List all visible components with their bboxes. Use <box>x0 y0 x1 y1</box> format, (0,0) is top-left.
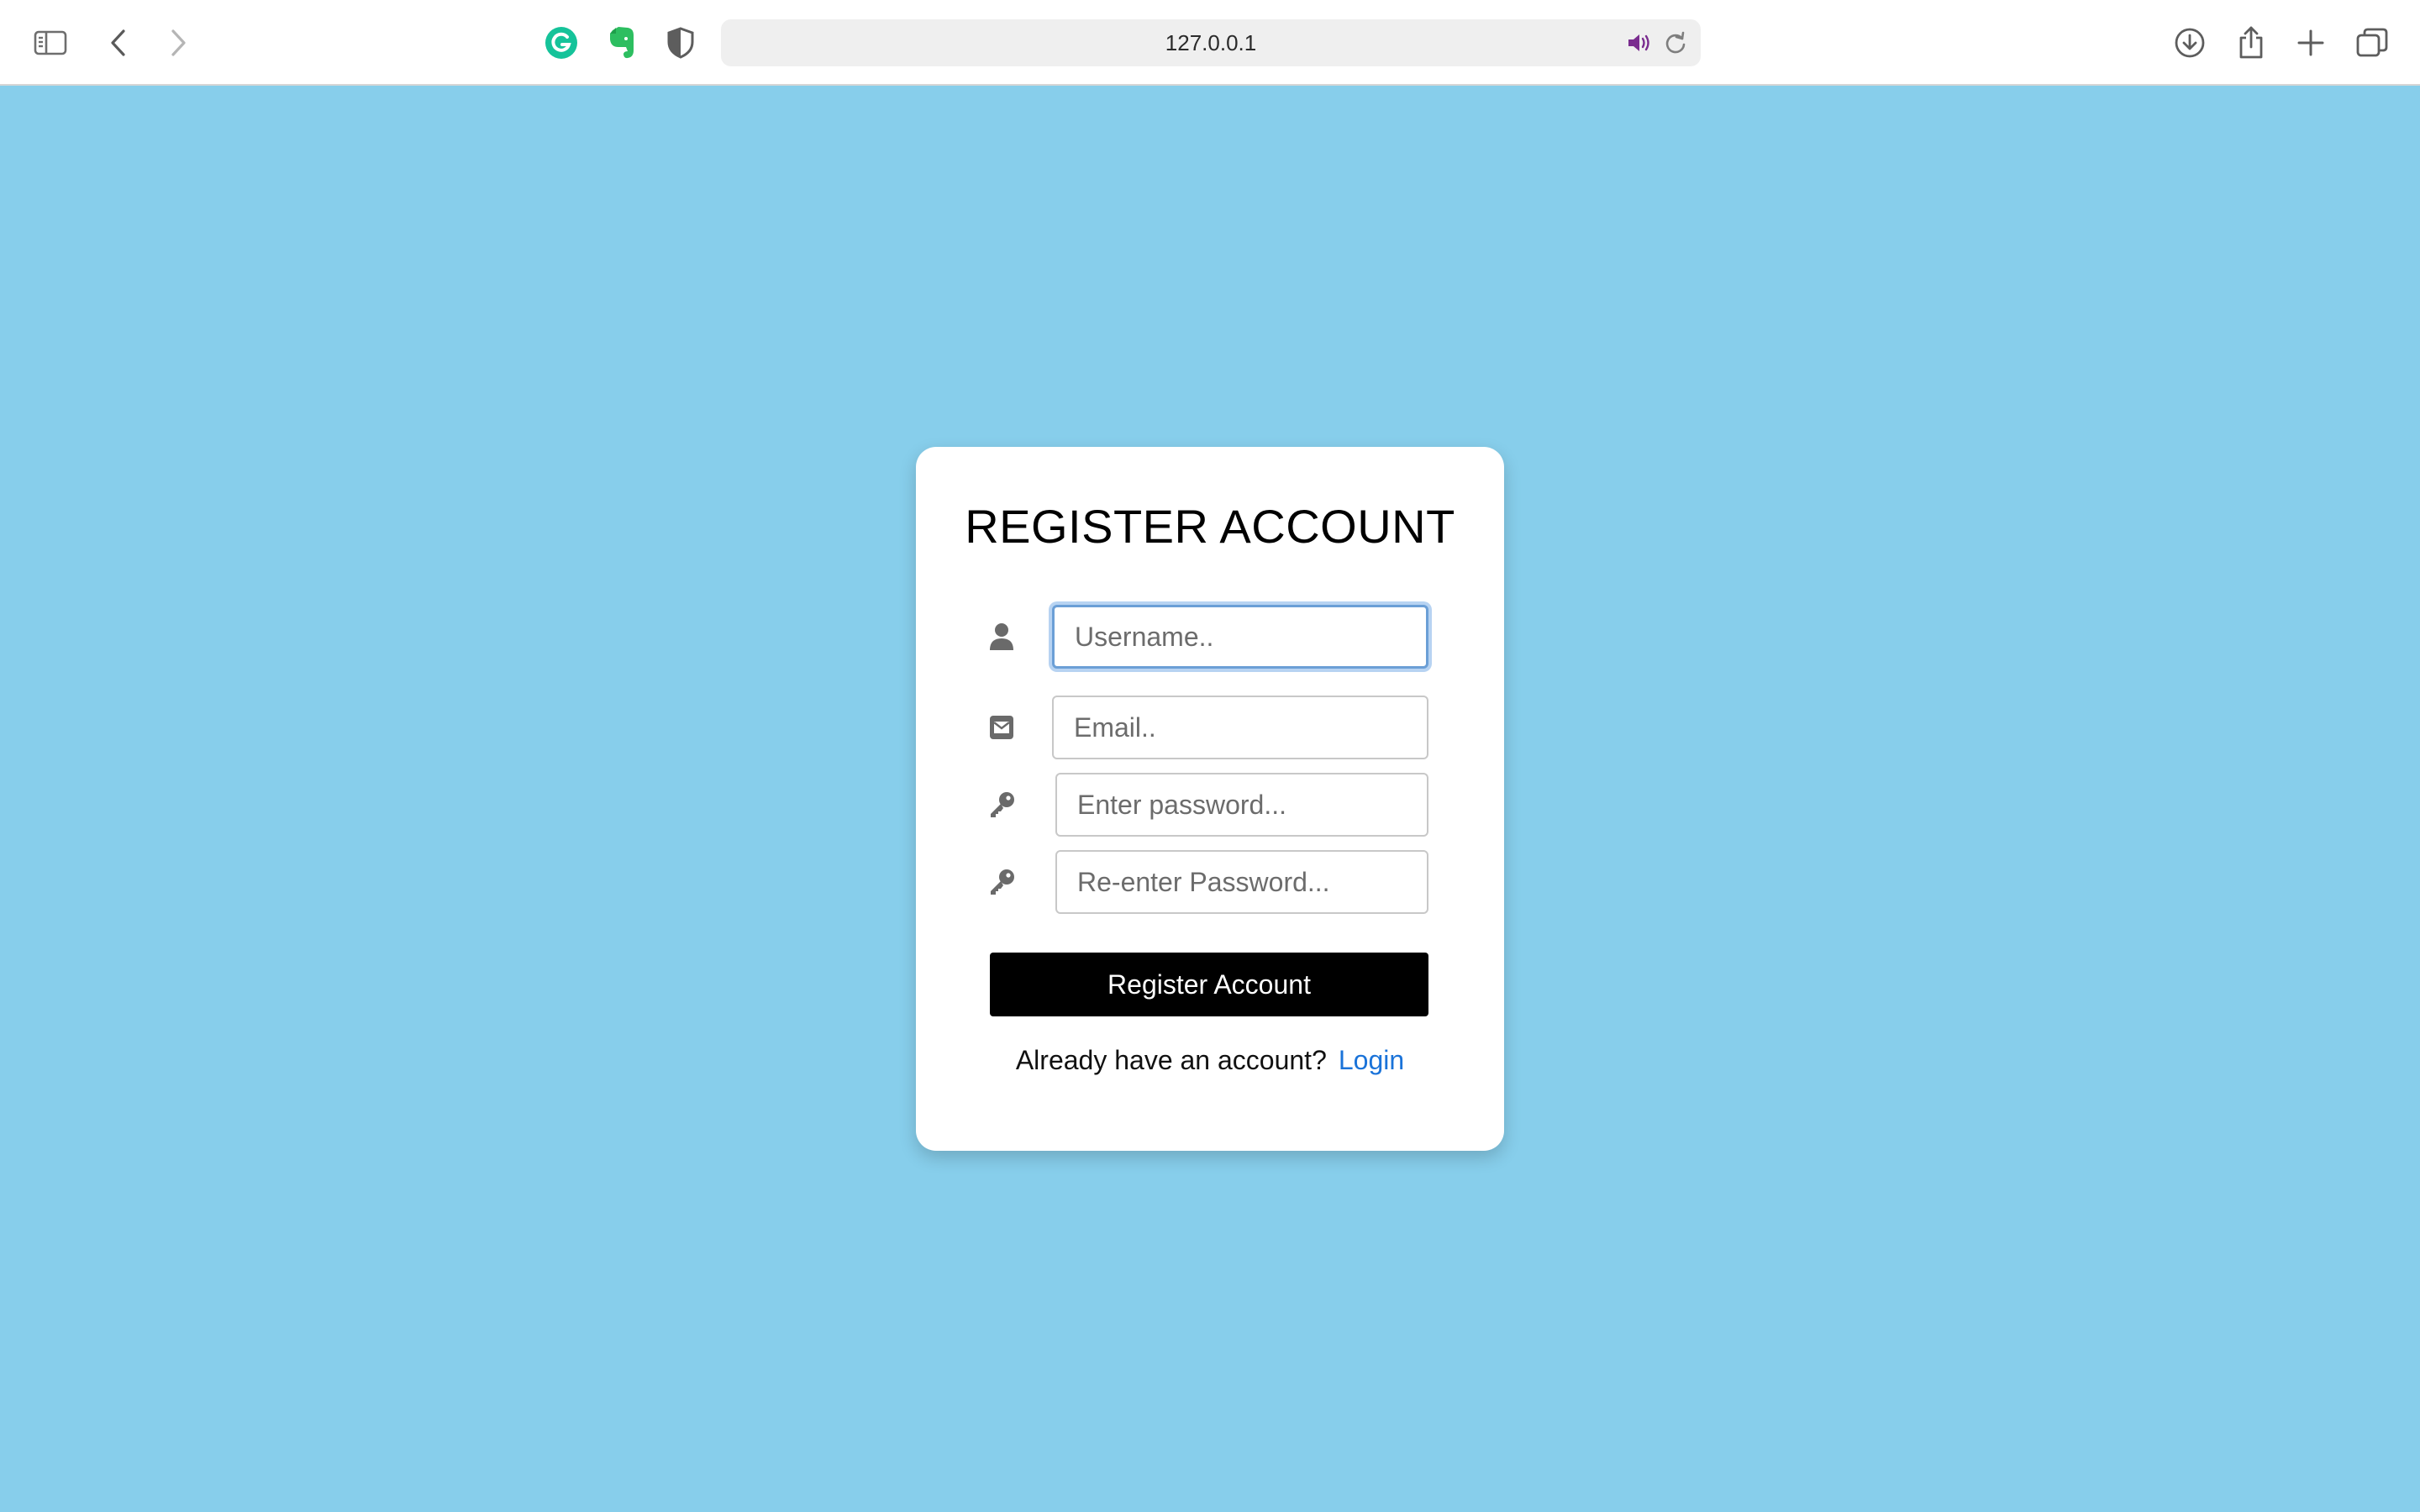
url-text[interactable]: 127.0.0.1 <box>721 19 1701 66</box>
address-bar[interactable]: 127.0.0.1 <box>721 19 1701 66</box>
download-icon[interactable] <box>2166 19 2213 66</box>
login-prompt-text: Already have an account? <box>1015 1045 1327 1075</box>
browser-toolbar: 127.0.0.1 <box>0 0 2420 86</box>
email-input[interactable] <box>1052 696 1428 759</box>
page-background: REGISTER ACCOUNT Username.. Email.. Regi… <box>0 87 2420 1512</box>
login-link[interactable]: Login <box>1339 1045 1404 1075</box>
password-input[interactable] <box>1055 773 1428 837</box>
login-prompt: Already have an account? Login <box>916 1045 1504 1076</box>
page-title: REGISTER ACCOUNT <box>965 500 1455 553</box>
evernote-icon[interactable] <box>598 19 645 66</box>
envelope-icon <box>985 711 1018 744</box>
key-icon <box>985 788 1018 822</box>
reload-icon[interactable] <box>1662 29 1689 56</box>
tab-overview-icon[interactable] <box>2349 19 2396 66</box>
user-icon <box>985 620 1018 654</box>
key-icon <box>985 865 1018 899</box>
speaker-icon[interactable] <box>1625 29 1652 56</box>
plus-icon[interactable] <box>2287 19 2334 66</box>
register-card: REGISTER ACCOUNT Username.. Email.. Regi… <box>916 447 1504 1151</box>
chevron-right-icon[interactable] <box>155 19 202 66</box>
sidebar-icon[interactable] <box>27 19 74 66</box>
shield-icon[interactable] <box>657 19 704 66</box>
chevron-left-icon[interactable] <box>95 19 142 66</box>
share-icon[interactable] <box>2228 19 2275 66</box>
register-account-button[interactable]: Register Account <box>990 953 1428 1016</box>
confirm-password-input[interactable] <box>1055 850 1428 914</box>
username-input[interactable] <box>1052 605 1428 669</box>
grammarly-icon[interactable] <box>538 19 585 66</box>
